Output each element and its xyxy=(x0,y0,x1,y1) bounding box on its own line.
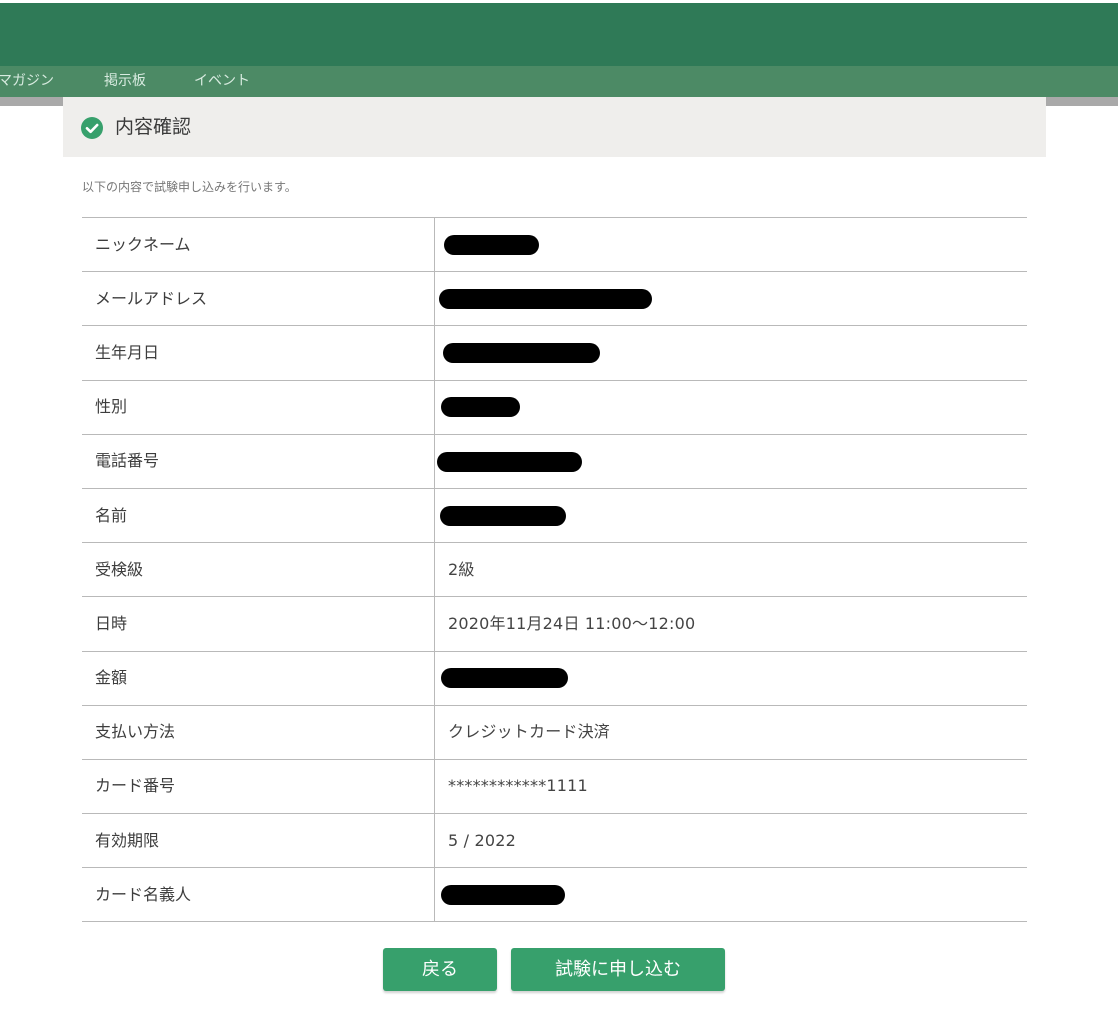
row-label: カード番号 xyxy=(82,758,435,815)
apply-exam-button[interactable]: 試験に申し込む xyxy=(511,948,725,991)
table-row: 日時 2020年11月24日 11:00～12:00 xyxy=(82,596,1027,652)
table-row: ニックネーム xyxy=(82,216,1027,273)
section-title: 内容確認 xyxy=(115,116,192,138)
confirmation-table: ニックネーム メールアドレス 生年月日 性別 電話番号 名前 受検級 2級 日時 xyxy=(82,216,1027,923)
row-label: 日時 xyxy=(82,596,435,652)
table-row: カード番号 ************1111 xyxy=(82,758,1027,815)
redaction-bar xyxy=(441,885,565,906)
row-value: 5 / 2022 xyxy=(434,813,1027,869)
row-value xyxy=(434,650,1027,706)
row-label: ニックネーム xyxy=(82,216,435,273)
row-value xyxy=(434,487,1027,544)
redaction-bar xyxy=(444,234,539,255)
row-label: 支払い方法 xyxy=(82,704,435,760)
back-button[interactable]: 戻る xyxy=(383,948,497,991)
row-value xyxy=(434,379,1027,435)
table-row: 電話番号 xyxy=(82,433,1027,489)
table-row: 受検級 2級 xyxy=(82,542,1027,598)
row-label: 名前 xyxy=(82,487,435,544)
nav-item-event[interactable]: イベント xyxy=(194,72,250,90)
nav-item-magazine[interactable]: マガジン xyxy=(0,72,54,90)
intro-text: 以下の内容で試験申し込みを行います。 xyxy=(82,180,297,194)
row-label: 生年月日 xyxy=(82,325,435,381)
row-value xyxy=(434,867,1027,923)
row-value: 2級 xyxy=(434,542,1027,598)
table-row: 性別 xyxy=(82,379,1027,435)
table-row: 支払い方法 クレジットカード決済 xyxy=(82,704,1027,760)
row-value xyxy=(434,433,1027,489)
table-row: 生年月日 xyxy=(82,325,1027,381)
row-label: 有効期限 xyxy=(82,813,435,869)
redaction-bar xyxy=(437,451,582,472)
row-label: 電話番号 xyxy=(82,433,435,489)
table-row: 有効期限 5 / 2022 xyxy=(82,813,1027,869)
row-label: 金額 xyxy=(82,650,435,706)
nav-item-board[interactable]: 掲示板 xyxy=(104,72,146,90)
redaction-bar xyxy=(443,343,600,364)
header-top-strip xyxy=(0,0,1118,3)
row-value: クレジットカード決済 xyxy=(434,704,1027,760)
redaction-bar xyxy=(439,289,652,310)
row-label: メールアドレス xyxy=(82,271,435,327)
table-row: メールアドレス xyxy=(82,271,1027,327)
check-circle-icon xyxy=(81,117,103,139)
row-label: カード名義人 xyxy=(82,867,435,923)
table-row: 金額 xyxy=(82,650,1027,706)
row-value: 2020年11月24日 11:00～12:00 xyxy=(434,596,1027,652)
redaction-bar xyxy=(441,397,520,418)
redaction-bar xyxy=(440,505,566,526)
row-label: 受検級 xyxy=(82,542,435,598)
table-row: 名前 xyxy=(82,487,1027,544)
global-nav-bar xyxy=(0,66,1118,97)
header-band xyxy=(0,0,1118,66)
row-value xyxy=(434,325,1027,381)
redaction-bar xyxy=(441,668,568,689)
section-header: 内容確認 xyxy=(63,97,1046,157)
row-value xyxy=(434,216,1027,273)
row-value xyxy=(434,271,1027,327)
table-row: カード名義人 xyxy=(82,867,1027,923)
row-value: ************1111 xyxy=(434,758,1027,815)
row-label: 性別 xyxy=(82,379,435,435)
